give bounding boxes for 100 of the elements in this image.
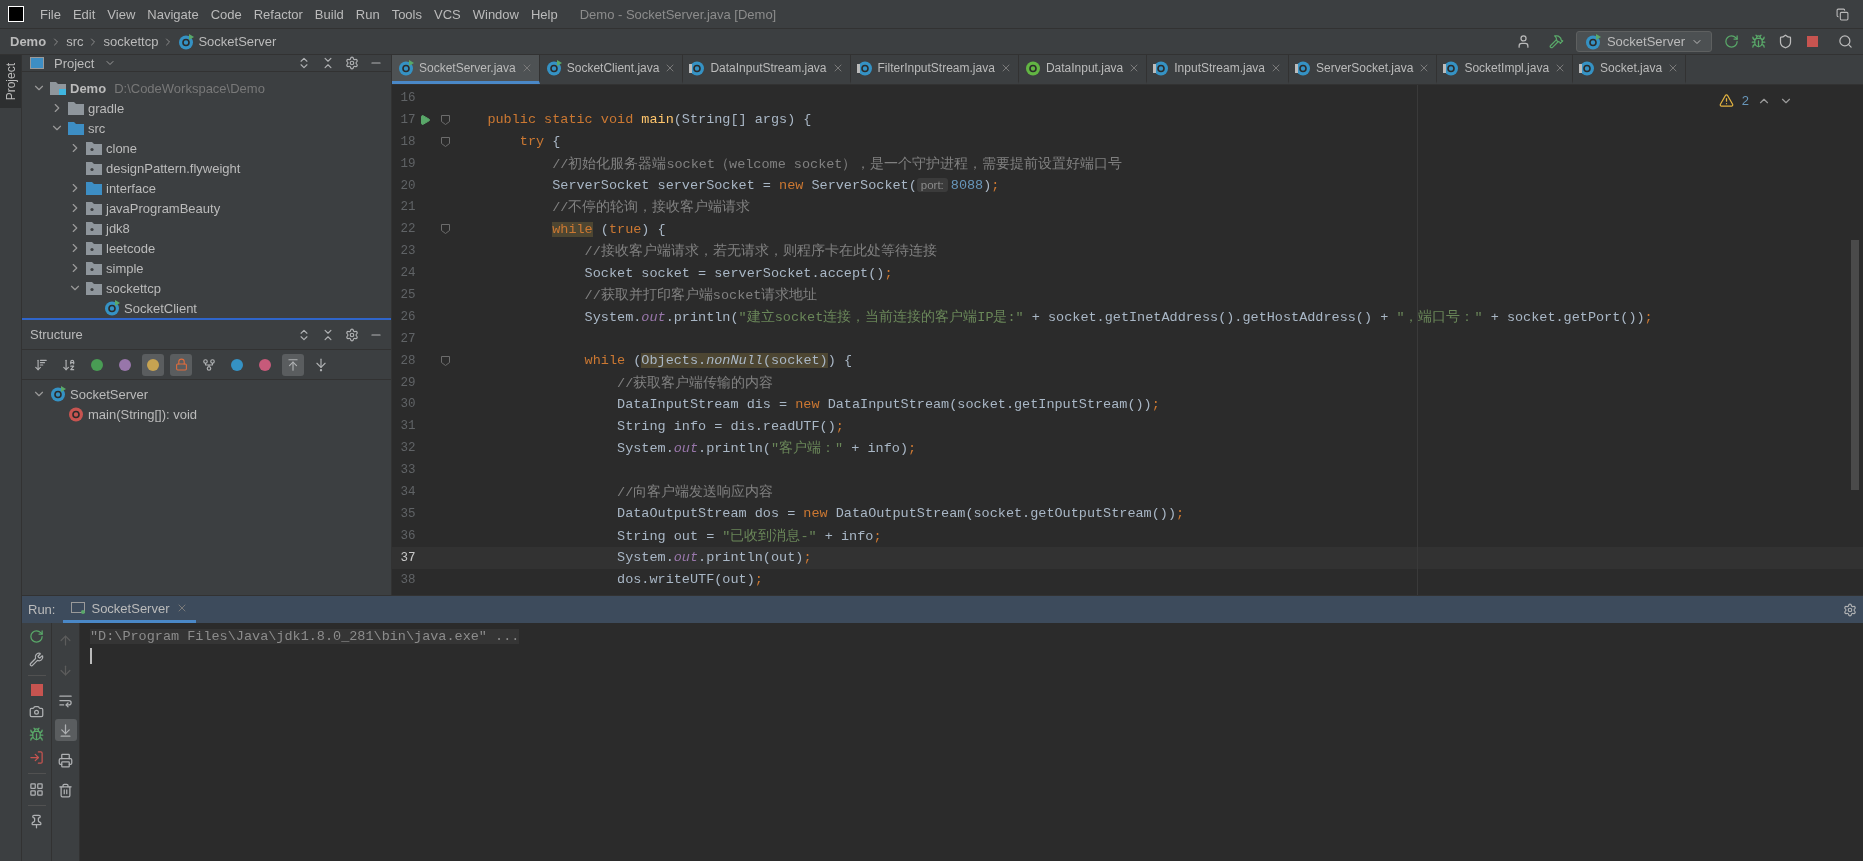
tree-item[interactable]: javaProgramBeauty xyxy=(106,200,221,216)
menu-item[interactable]: Code xyxy=(204,6,248,22)
class-icon xyxy=(1584,33,1601,50)
menu-item[interactable]: Refactor xyxy=(247,6,309,22)
run-icon[interactable] xyxy=(419,113,432,126)
line-number: 30 xyxy=(399,397,416,412)
line-number: 34 xyxy=(399,484,416,499)
warning-icon[interactable] xyxy=(1718,93,1734,108)
fold-icon[interactable] xyxy=(440,355,450,366)
toolbar-toggle[interactable] xyxy=(142,353,164,376)
editor-tab[interactable]: SocketServer.java xyxy=(392,55,540,84)
window-title: Demo - SocketServer.java [Demo] xyxy=(579,6,777,22)
code-line: System.out.println("客户端：" + info); xyxy=(616,439,917,458)
tree-item[interactable]: leetcode xyxy=(106,240,156,256)
tree-item[interactable]: simple xyxy=(106,260,144,276)
fold-icon[interactable] xyxy=(440,114,450,125)
restore-icon[interactable] xyxy=(1836,7,1849,21)
folder-icon xyxy=(86,141,102,155)
bug-icon[interactable] xyxy=(29,727,44,742)
menu-item[interactable]: VCS xyxy=(428,6,467,22)
pin-icon[interactable] xyxy=(29,814,44,829)
code-line: String out = "已收到消息-" + info; xyxy=(616,527,882,545)
breadcrumb[interactable]: Demo xyxy=(10,34,47,49)
panel-title[interactable]: Project xyxy=(54,55,95,71)
toolbar-toggle[interactable] xyxy=(170,353,192,376)
editor-tab[interactable]: InputStream.java xyxy=(1147,55,1289,84)
editor-tab[interactable]: DataInputStream.java xyxy=(683,55,851,84)
tree-item[interactable]: SocketClient xyxy=(124,300,197,316)
tree-item[interactable]: main(String[]): void xyxy=(88,406,198,422)
wrench-icon[interactable] xyxy=(29,652,44,667)
menu-item[interactable]: View xyxy=(101,6,142,22)
settings-icon[interactable] xyxy=(345,327,359,342)
toolbar-toggle[interactable] xyxy=(54,719,77,741)
class-icon xyxy=(1295,60,1311,76)
tree-item[interactable]: jdk8 xyxy=(106,220,130,236)
breadcrumb[interactable]: src xyxy=(66,34,84,49)
menu-item[interactable]: File xyxy=(34,6,67,22)
search-icon[interactable] xyxy=(1838,34,1853,49)
collapse-all-icon[interactable] xyxy=(321,327,335,342)
code-line: System.out.println(out); xyxy=(616,550,812,566)
editor-tab[interactable]: ServerSocket.java xyxy=(1289,55,1438,84)
menu-item[interactable]: Help xyxy=(524,6,564,22)
breadcrumb[interactable]: SocketServer xyxy=(198,34,277,49)
rerun-icon[interactable] xyxy=(29,629,44,644)
line-number: 38 xyxy=(399,572,416,587)
menu-item[interactable]: Build xyxy=(308,6,350,22)
editor-tab[interactable]: DataInput.java xyxy=(1018,55,1148,84)
class-icon xyxy=(50,386,66,402)
warning-count: 2 xyxy=(1741,93,1749,108)
tree-item[interactable]: src xyxy=(88,120,106,136)
tree-item[interactable]: sockettcp xyxy=(106,280,161,296)
circle-icon xyxy=(118,357,132,372)
editor-tab[interactable]: FilterInputStream.java xyxy=(850,55,1019,84)
stop-icon[interactable] xyxy=(30,684,43,696)
layout-icon[interactable] xyxy=(29,782,44,797)
tree-item[interactable]: SocketServer xyxy=(70,386,149,402)
breadcrumb[interactable]: sockettcp xyxy=(103,34,159,49)
folder-icon xyxy=(86,261,102,275)
user-icon[interactable] xyxy=(1515,34,1531,49)
editor-tab[interactable]: SocketClient.java xyxy=(539,55,684,84)
menu-item[interactable]: Run xyxy=(349,6,386,22)
arrow-up-icon xyxy=(58,632,73,648)
menu-item[interactable]: Edit xyxy=(66,6,102,22)
exit-icon[interactable] xyxy=(29,750,44,765)
shield-icon[interactable] xyxy=(1778,34,1793,49)
circle-icon xyxy=(90,357,104,372)
line-number: 19 xyxy=(399,156,416,171)
folder-icon xyxy=(86,241,102,255)
fork-icon xyxy=(202,357,216,372)
folder-icon xyxy=(86,221,102,235)
run-config-dropdown[interactable]: SocketServer xyxy=(1575,31,1712,52)
editor-tab[interactable]: SocketImpl.java xyxy=(1437,55,1574,84)
toolbar-toggle[interactable] xyxy=(282,353,304,376)
tree-item[interactable]: interface xyxy=(106,180,156,196)
rerun-icon[interactable] xyxy=(1724,34,1739,49)
folder-icon xyxy=(68,121,84,135)
collapse-all-icon[interactable] xyxy=(321,56,335,70)
fold-icon[interactable] xyxy=(440,224,450,235)
tree-item[interactable]: gradle xyxy=(88,100,125,116)
hammer-icon[interactable] xyxy=(1548,34,1564,49)
menu-item[interactable]: Window xyxy=(466,6,525,22)
side-tab[interactable]: Project xyxy=(0,55,21,109)
class-icon xyxy=(398,60,414,76)
camera-icon[interactable] xyxy=(29,704,44,719)
path-hint: D:\CodeWorkspace\Demo xyxy=(114,80,265,96)
settings-icon[interactable] xyxy=(1843,602,1857,617)
close-icon[interactable] xyxy=(1270,62,1282,74)
tree-item[interactable]: Demo xyxy=(70,80,107,96)
scrollbar[interactable] xyxy=(1851,240,1859,490)
editor-tab[interactable]: Socket.java xyxy=(1573,55,1687,84)
fold-icon[interactable] xyxy=(440,136,450,147)
menu-item[interactable]: Navigate xyxy=(141,6,205,22)
menu-item[interactable]: Tools xyxy=(385,6,428,22)
circle-icon xyxy=(258,357,272,372)
line-number: 22 xyxy=(399,222,416,237)
tree-item[interactable]: designPattern.flyweight xyxy=(106,160,241,176)
bug-icon[interactable] xyxy=(1751,34,1766,49)
settings-icon[interactable] xyxy=(345,56,359,70)
code-line: Socket socket = serverSocket.accept(); xyxy=(583,265,893,281)
tree-item[interactable]: clone xyxy=(106,140,138,156)
